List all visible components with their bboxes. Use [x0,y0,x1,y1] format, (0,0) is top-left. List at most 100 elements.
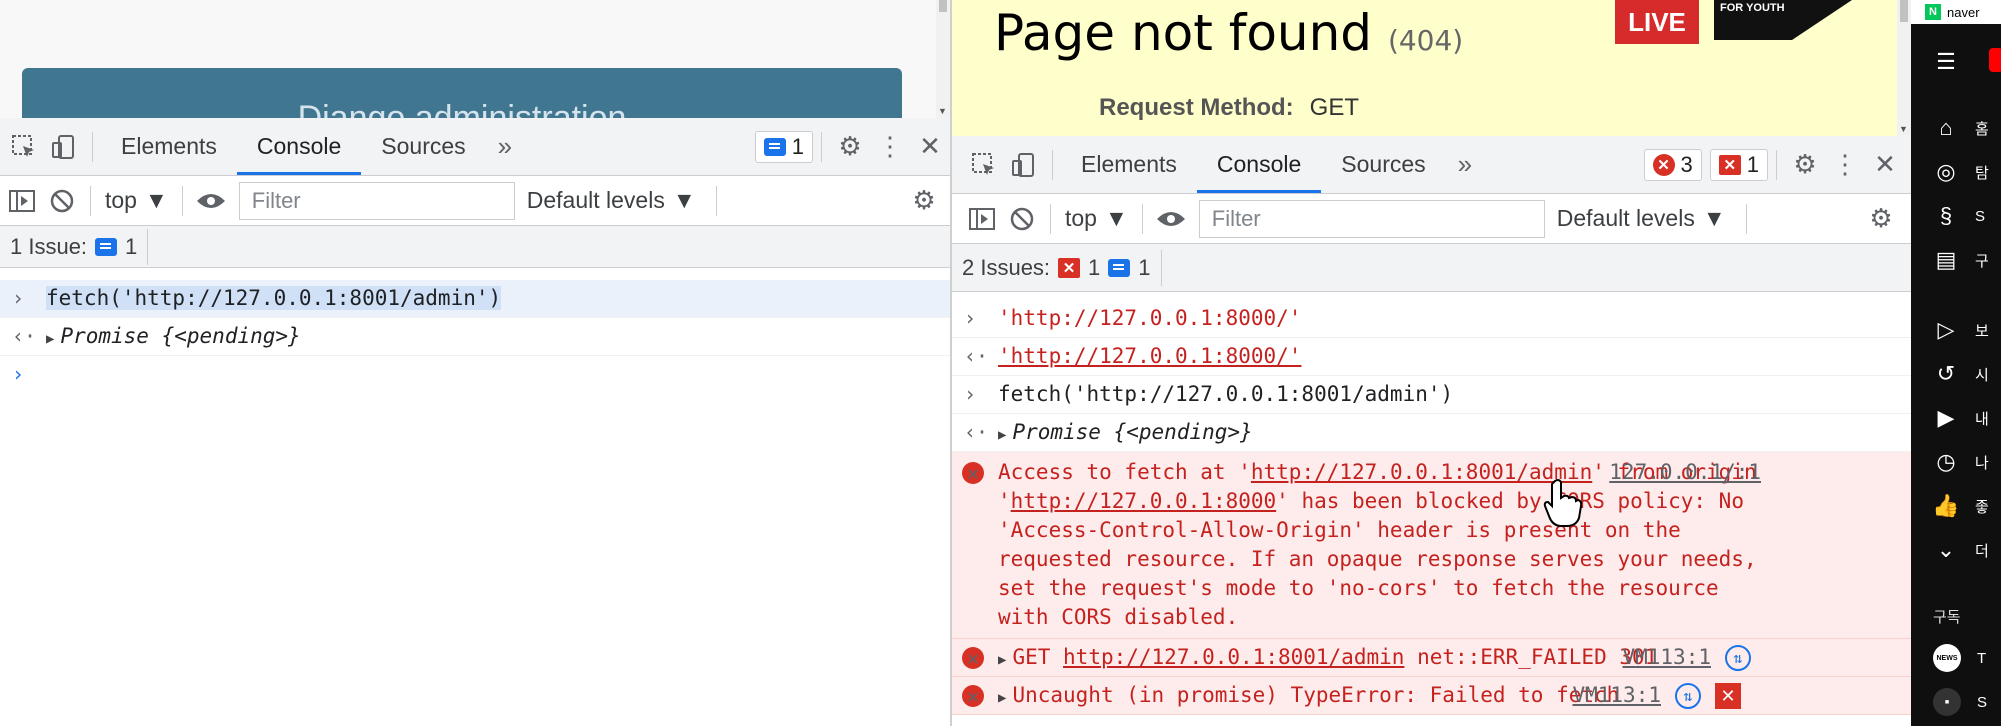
errors-badge[interactable]: ✕ 3 [1643,148,1702,181]
messages-badge[interactable]: 1 [754,130,813,163]
tab-elements[interactable]: Elements [101,118,237,175]
yt-nav-library[interactable]: ▷ 보 [1911,308,2001,352]
settings-gear-icon[interactable]: ⚙ [1785,145,1825,185]
more-tabs-icon[interactable]: » [486,131,524,162]
page-scrollbar[interactable]: ▼ [1897,0,1911,136]
inspect-element-icon[interactable] [4,127,44,167]
context-selector[interactable]: top ▼ [99,187,174,214]
log-levels-dropdown[interactable]: Default levels ▼ [1545,205,1738,232]
get-method: GET [1012,645,1051,669]
yt-nav-more[interactable]: ⌄ 더 [1911,528,2001,572]
console-input-row[interactable]: › fetch('http://127.0.0.1:8001/admin') [0,280,950,318]
tab-elements[interactable]: Elements [1061,136,1197,193]
cors-origin-link[interactable]: http://127.0.0.1:8000 [1011,489,1277,513]
inspect-element-icon[interactable] [964,145,1004,185]
page-viewport: Django administration ▼ [0,0,950,118]
cors-error-row[interactable]: ✕ 127.0.0.1/:1 Access to fetch at ' http:… [952,452,1911,639]
console-output-row[interactable]: ‹· ▶ Promise {<pending>} [952,414,1911,452]
issues-info-count: 1 [1138,254,1151,280]
tab-sources[interactable]: Sources [1321,136,1445,193]
get-url-link[interactable]: http://127.0.0.1:8001/admin [1063,645,1404,669]
yt-nav-liked[interactable]: 👍 좋 [1911,484,2001,528]
console-settings-gear-icon[interactable]: ⚙ [904,181,944,221]
devtools-tabbar: Elements Console Sources » 1 ⚙ ⋮ ✕ [0,118,950,176]
console-messages: › fetch('http://127.0.0.1:8001/admin') ‹… [0,280,950,394]
yt-nav-subscriptions[interactable]: ▤ 구 [1911,238,2001,282]
console-settings-gear-icon[interactable]: ⚙ [1861,199,1901,239]
expand-triangle-icon[interactable]: ▶ [998,652,1006,668]
yt-nav-your-videos[interactable]: ▶ 내 [1911,396,2001,440]
close-devtools-icon[interactable]: ✕ [910,127,950,167]
youtube-logo-icon[interactable] [1989,48,2001,72]
request-method-line: Request Method: GET [1099,94,1359,122]
naver-bookmark[interactable]: naver [1947,5,1980,20]
page-title: Page not found (404) [994,4,1463,62]
kebab-menu-icon[interactable]: ⋮ [870,127,910,167]
network-request-icon[interactable]: ⇅ [1675,683,1701,709]
clear-console-icon[interactable] [1002,199,1042,239]
close-devtools-icon[interactable]: ✕ [1865,145,1905,185]
console-prompt-row[interactable]: › [0,356,950,394]
input-prompt-icon: › [12,286,25,310]
device-toolbar-icon[interactable] [1004,145,1044,185]
more-tabs-icon[interactable]: » [1446,149,1484,180]
console-output-row[interactable]: ‹· ▶ Promise {<pending>} [0,318,950,356]
yt-nav-explore[interactable]: ◎ 탐 [1911,150,2001,194]
django-admin-banner[interactable]: Django administration [22,68,902,118]
error-source-link[interactable]: 127.0.0.1/:1 [1609,458,1761,487]
naver-logo-icon: N [1925,4,1941,20]
input-prompt-icon: › [964,306,977,330]
filter-input[interactable]: Filter [238,181,515,220]
subscriptions-icon: ▤ [1935,247,1957,272]
issues-bar: 1 Issue: 1 [0,226,950,268]
console-toolbar: top ▼ Filter Default levels ▼ ⚙ [952,194,1911,244]
channel-item[interactable]: NEWS T [1911,636,2001,680]
tab-console[interactable]: Console [236,118,362,175]
sidebar-toggle-icon[interactable] [962,199,1002,239]
issues-badge[interactable]: 1 Issue: 1 [10,228,149,265]
hamburger-menu-icon[interactable]: ☰ [1911,40,2001,84]
uncaught-error-row[interactable]: ✕ ▶ Uncaught (in promise) TypeError: Fail… [952,677,1911,715]
error-circle-icon: ✕ [962,646,984,670]
channel-avatar: NEWS [1933,644,1961,672]
expand-triangle-icon[interactable]: ▶ [998,690,1006,706]
tab-console[interactable]: Console [1196,136,1322,193]
channel-item[interactable]: ■ S [1911,680,2001,724]
console-input-row[interactable]: › fetch('http://127.0.0.1:8001/admin') [952,376,1911,414]
history-icon: ↺ [1936,361,1956,386]
sidebar-toggle-icon[interactable] [2,181,42,221]
console-output-row[interactable]: ‹· 'http://127.0.0.1:8000/' [952,338,1911,376]
yt-nav-watch-later[interactable]: ◷ 나 [1911,440,2001,484]
expand-triangle-icon[interactable]: ▶ [998,427,1006,443]
console-messages: › 'http://127.0.0.1:8000/' ‹· 'http://12… [952,300,1911,715]
issues-error-badge[interactable]: ✕ 1 [1709,148,1768,181]
promise-state: {<pending>} [1113,420,1253,444]
network-request-icon[interactable]: ⇅ [1725,645,1751,671]
get-error-row[interactable]: ✕ ▶ GET http://127.0.0.1:8001/admin net::… [952,639,1911,677]
console-output-string[interactable]: 'http://127.0.0.1:8000/' [998,344,1301,368]
tab-sources[interactable]: Sources [361,118,485,175]
uncaught-source-link[interactable]: VM113:1 [1572,683,1661,707]
error-close-icon[interactable]: ✕ [1715,683,1741,709]
settings-gear-icon[interactable]: ⚙ [830,127,870,167]
console-input-row[interactable]: › 'http://127.0.0.1:8000/' [952,300,1911,338]
device-toolbar-icon[interactable] [44,127,84,167]
page-scrollbar[interactable]: ▼ [936,0,950,118]
clear-console-icon[interactable] [42,181,82,221]
yt-nav-shorts[interactable]: § S [1911,194,2001,238]
live-expression-eye-icon[interactable] [191,181,231,221]
yt-nav-history[interactable]: ↺ 시 [1911,352,2001,396]
live-expression-eye-icon[interactable] [1151,199,1191,239]
filter-input[interactable]: Filter [1198,199,1545,238]
get-source-link[interactable]: VM113:1 [1622,645,1711,669]
console-toolbar: top ▼ Filter Default levels ▼ ⚙ [0,176,950,226]
log-levels-dropdown[interactable]: Default levels ▼ [515,187,708,214]
expand-triangle-icon[interactable]: ▶ [46,331,54,347]
output-return-icon: ‹· [964,344,989,368]
yt-nav-home[interactable]: ⌂ 홈 [1911,106,2001,150]
context-selector[interactable]: top ▼ [1059,205,1134,232]
chevron-down-icon: ▼ [1104,205,1128,231]
error-circle-icon: ✕ [1652,153,1675,176]
kebab-menu-icon[interactable]: ⋮ [1825,145,1865,185]
issues-badge[interactable]: 2 Issues: ✕ 1 1 [962,249,1162,286]
